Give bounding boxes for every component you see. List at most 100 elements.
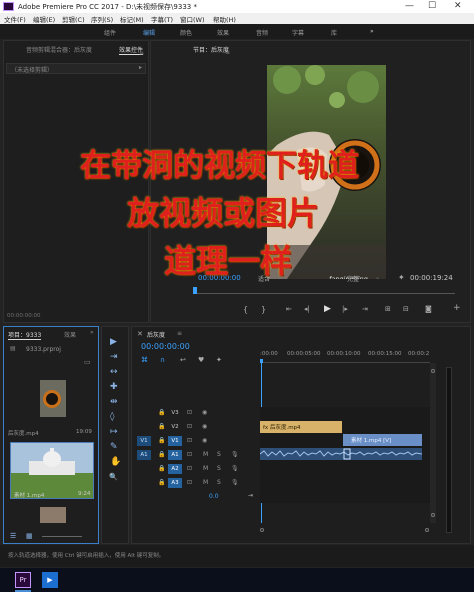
sync-lock-icon[interactable]: ⊡ [187, 479, 192, 486]
project-item-name[interactable]: 素材 1.mp4 [14, 491, 44, 499]
snap-icon[interactable]: ⌘ [141, 356, 148, 364]
ripple-edit-tool-icon[interactable]: ↔ [110, 367, 118, 377]
panel-menu-icon[interactable]: ≡ [177, 330, 182, 337]
zoom-slider[interactable] [42, 536, 82, 537]
program-scrubber[interactable] [193, 287, 455, 294]
track-area[interactable]: fx 后灰度.mp4 素材 1.mp4 [V] [259, 407, 430, 503]
sync-lock-icon[interactable]: ⊡ [187, 465, 192, 472]
workspace-audio[interactable]: 音频 [256, 28, 268, 37]
pen-tool-icon[interactable]: ◊ [110, 412, 114, 422]
clip-thumbnail-third[interactable] [40, 507, 66, 523]
step-forward-icon[interactable]: |▸ [342, 305, 348, 313]
eye-icon[interactable]: ◉ [202, 437, 207, 444]
rate-stretch-tool-icon[interactable]: ↦ [110, 427, 118, 437]
microphone-icon[interactable]: 🎙 [231, 479, 239, 486]
slip-tool-icon[interactable]: ⇹ [110, 397, 118, 407]
master-volume-value[interactable]: 0.0 [209, 493, 219, 500]
timeline-horizontal-scrollbar[interactable] [260, 527, 430, 533]
menu-help[interactable]: 帮助(H) [213, 14, 236, 24]
mark-in-icon[interactable]: { [243, 305, 248, 314]
sync-lock-icon[interactable]: ⊡ [187, 409, 192, 416]
go-to-out-icon[interactable]: ⇥ [362, 305, 368, 313]
premiere-taskbar-icon[interactable]: Pr [15, 572, 31, 588]
lock-icon[interactable]: 🔒 [158, 409, 165, 416]
menu-sequence[interactable]: 序列(S) [91, 14, 113, 24]
tab-effects[interactable]: 效果 [64, 330, 76, 339]
track-name[interactable]: V1 [168, 436, 182, 446]
microphone-icon[interactable]: 🎙 [231, 465, 239, 472]
icon-view-icon[interactable]: ▦ [26, 532, 33, 540]
timeline-vertical-scrollbar[interactable] [430, 363, 436, 523]
quality-dropdown[interactable]: 完整 [347, 274, 359, 283]
workspace-effects[interactable]: 效果 [217, 28, 229, 37]
menu-marker[interactable]: 标记(M) [120, 14, 144, 24]
close-button[interactable]: ✕ [454, 1, 462, 11]
track-name[interactable]: A3 [168, 478, 182, 488]
marker-icon[interactable]: ♥ [198, 356, 204, 364]
timeline-settings-icon[interactable]: ✦ [216, 356, 222, 364]
eye-icon[interactable]: ◉ [202, 423, 207, 430]
workspace-editing[interactable]: 编辑 [143, 28, 155, 37]
lift-icon[interactable]: ⊞ [385, 305, 391, 313]
brush-tool-icon[interactable]: ✎ [110, 442, 118, 452]
sync-lock-icon[interactable]: ⊡ [187, 437, 192, 444]
program-monitor-tab[interactable]: 节目：后灰度 [193, 45, 229, 54]
track-name[interactable]: A1 [168, 450, 182, 460]
hand-tool-icon[interactable]: ✋ [110, 457, 121, 467]
workspace-assembly[interactable]: 组件 [104, 28, 116, 37]
menu-clip[interactable]: 剪辑(C) [62, 14, 85, 24]
close-icon[interactable]: ✕ [137, 330, 143, 338]
panel-menu-icon[interactable]: ≡ [139, 50, 144, 57]
chevron-down-icon[interactable]: ⌄ [375, 274, 380, 281]
workspace-titles[interactable]: 字幕 [292, 28, 304, 37]
wrench-icon[interactable]: ✦ [398, 273, 405, 282]
clip-v2[interactable]: fx 后灰度.mp4 [260, 421, 342, 433]
mute-button[interactable]: M [203, 479, 208, 486]
razor-tool-icon[interactable]: ✚ [110, 382, 118, 392]
timeline-timecode[interactable]: 00:00:00:00 [141, 342, 190, 351]
sync-lock-icon[interactable]: ⊡ [187, 451, 192, 458]
mark-out-icon[interactable]: } [261, 305, 266, 314]
clip-thumbnail-hand[interactable] [40, 380, 66, 417]
workspace-color[interactable]: 颜色 [180, 28, 192, 37]
step-back-icon[interactable]: ◂| [304, 305, 310, 313]
playhead[interactable] [193, 287, 197, 294]
add-button-icon[interactable]: + [453, 303, 461, 313]
tab-audio-clip-mixer[interactable]: 音频剪辑混合器：后灰度 [26, 45, 92, 54]
zoom-tool-icon[interactable]: 🔍 [109, 473, 118, 481]
go-to-in-icon[interactable]: ⇤ [286, 305, 292, 313]
source-patch-a1[interactable]: A1 [137, 450, 151, 460]
workspace-overflow[interactable]: » [370, 28, 374, 35]
video-app-taskbar-icon[interactable]: ▶ [42, 572, 58, 588]
menu-window[interactable]: 窗口(W) [180, 14, 205, 24]
nest-icon[interactable]: ↩ [180, 356, 186, 364]
track-name[interactable]: V2 [168, 422, 182, 432]
solo-button[interactable]: S [217, 451, 221, 458]
list-view-icon[interactable]: ☰ [10, 532, 16, 540]
project-item-name[interactable]: 后灰度.mp4 [8, 429, 39, 437]
maximize-button[interactable]: ☐ [428, 1, 436, 11]
timeline-tab[interactable]: 后灰度 [147, 330, 165, 339]
selection-tool-icon[interactable]: ▶ [110, 337, 117, 347]
mute-button[interactable]: M [203, 451, 208, 458]
solo-button[interactable]: S [217, 479, 221, 486]
solo-button[interactable]: S [217, 465, 221, 472]
track-name[interactable]: V3 [168, 408, 182, 418]
track-select-tool-icon[interactable]: ⇥ [110, 352, 118, 362]
lock-icon[interactable]: 🔒 [158, 479, 165, 486]
play-icon[interactable]: ▶ [324, 304, 331, 314]
eye-icon[interactable]: ◉ [202, 409, 207, 416]
track-name[interactable]: A2 [168, 464, 182, 474]
mute-button[interactable]: M [203, 465, 208, 472]
microphone-icon[interactable]: 🎙 [231, 451, 239, 458]
folder-icon[interactable]: ▭ [84, 358, 91, 366]
lock-icon[interactable]: 🔒 [158, 451, 165, 458]
export-frame-icon[interactable]: ◙ [425, 305, 432, 313]
time-ruler[interactable]: :00:00 00:00:05:00 00:00:10:00 00:00:15:… [260, 347, 430, 363]
sync-lock-icon[interactable]: ⊡ [187, 423, 192, 430]
clip-v1[interactable]: 素材 1.mp4 [V] [343, 434, 422, 446]
lock-icon[interactable]: 🔒 [158, 423, 165, 430]
panel-overflow[interactable]: » [90, 329, 94, 336]
panel-menu-icon[interactable]: ≡ [225, 49, 230, 56]
workspace-libraries[interactable]: 库 [331, 28, 337, 37]
